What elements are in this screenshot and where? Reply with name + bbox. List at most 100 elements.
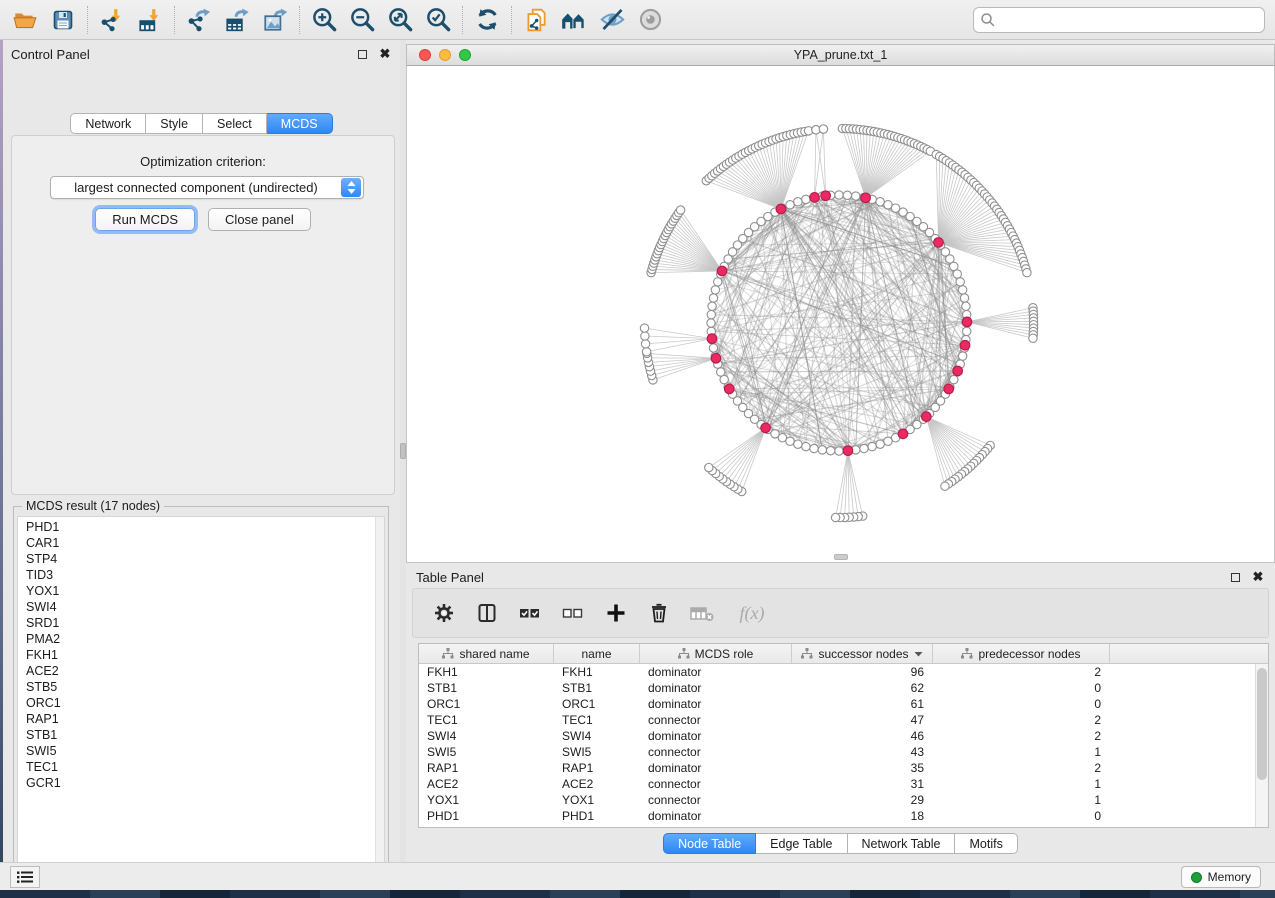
graph-node[interactable] (818, 446, 826, 454)
table-cell[interactable]: dominator (640, 760, 792, 776)
mcds-result-item[interactable]: STB1 (26, 727, 384, 743)
graph-mcds-hub-node[interactable] (724, 384, 734, 394)
show-graphics-icon[interactable] (631, 3, 669, 37)
graph-node[interactable] (709, 344, 717, 352)
table-row[interactable]: SWI4SWI4dominator462 (419, 728, 1268, 744)
graph-mcds-hub-node[interactable] (953, 366, 963, 376)
table-cell[interactable]: YOX1 (419, 792, 554, 808)
mcds-result-item[interactable]: PHD1 (26, 519, 384, 535)
table-row[interactable]: FKH1FKH1dominator962 (419, 664, 1268, 680)
column-header-successor-nodes[interactable]: successor nodes (792, 644, 933, 663)
select-all-icon[interactable] (517, 600, 543, 626)
table-cell[interactable]: connector (640, 776, 792, 792)
graph-node[interactable] (810, 444, 818, 452)
table-cell[interactable]: 0 (933, 680, 1110, 696)
table-row[interactable]: TEC1TEC1connector472 (419, 712, 1268, 728)
table-cell[interactable]: ACE2 (419, 776, 554, 792)
tab-mcds[interactable]: MCDS (267, 113, 333, 134)
mcds-result-item[interactable]: CAR1 (26, 535, 384, 551)
graph-mcds-hub-node[interactable] (711, 353, 721, 363)
graph-satellite-node[interactable] (1023, 268, 1031, 276)
table-tab-network-table[interactable]: Network Table (848, 833, 956, 854)
graph-node[interactable] (707, 310, 715, 318)
graph-node[interactable] (709, 294, 717, 302)
graph-mcds-hub-node[interactable] (934, 238, 944, 248)
graph-mcds-hub-node[interactable] (717, 266, 727, 276)
table-cell[interactable]: 62 (792, 680, 933, 696)
graph-node[interactable] (717, 368, 725, 376)
float-window-icon[interactable] (355, 47, 369, 61)
open-folder-icon[interactable] (6, 3, 44, 37)
mcds-result-list[interactable]: PHD1CAR1STP4TID3YOX1SWI4SRD1PMA2FKH1ACE2… (17, 516, 385, 877)
table-cell[interactable]: SWI5 (419, 744, 554, 760)
graph-mcds-hub-node[interactable] (944, 384, 954, 394)
table-cell[interactable]: PHD1 (419, 808, 554, 824)
table-cell[interactable]: 29 (792, 792, 933, 808)
graph-mcds-hub-node[interactable] (707, 334, 717, 344)
table-cell[interactable]: 0 (933, 808, 1110, 824)
mcds-result-item[interactable]: YOX1 (26, 583, 384, 599)
table-cell[interactable]: 1 (933, 776, 1110, 792)
graph-node[interactable] (958, 286, 966, 294)
graph-node[interactable] (843, 191, 851, 199)
network-titlebar[interactable]: YPA_prune.txt_1 (406, 44, 1275, 66)
table-cell[interactable]: connector (640, 792, 792, 808)
table-cell[interactable]: 2 (933, 712, 1110, 728)
network-canvas[interactable] (407, 66, 1274, 561)
table-cell[interactable]: 61 (792, 696, 933, 712)
mcds-result-item[interactable]: GCR1 (26, 775, 384, 791)
graph-node[interactable] (708, 302, 716, 310)
tab-select[interactable]: Select (203, 113, 267, 134)
column-header-MCDS-role[interactable]: MCDS role (640, 644, 792, 663)
table-cell[interactable]: 1 (933, 744, 1110, 760)
graph-satellite-node[interactable] (642, 348, 650, 356)
graph-mcds-hub-node[interactable] (898, 429, 908, 439)
table-cell[interactable]: 96 (792, 664, 933, 680)
graph-node[interactable] (960, 294, 968, 302)
table-cell[interactable]: ACE2 (554, 776, 640, 792)
graph-node[interactable] (884, 437, 892, 445)
table-row[interactable]: RAP1RAP1dominator352 (419, 760, 1268, 776)
optimization-criterion-dropdown[interactable]: largest connected component (undirected) (50, 176, 364, 199)
memory-button[interactable]: Memory (1181, 866, 1261, 888)
table-scrollbar-thumb[interactable] (1257, 668, 1267, 780)
graph-satellite-node[interactable] (1029, 334, 1037, 342)
mcds-result-item[interactable]: TEC1 (26, 759, 384, 775)
table-cell[interactable]: 2 (933, 728, 1110, 744)
graph-mcds-hub-node[interactable] (810, 193, 820, 203)
document-share-icon[interactable] (517, 3, 555, 37)
table-cell[interactable]: RAP1 (419, 760, 554, 776)
graph-satellite-node[interactable] (819, 125, 827, 133)
table-row[interactable]: SWI5SWI5connector431 (419, 744, 1268, 760)
graph-node[interactable] (794, 198, 802, 206)
graph-node[interactable] (876, 198, 884, 206)
mcds-result-item[interactable]: RAP1 (26, 711, 384, 727)
mcds-result-item[interactable]: PMA2 (26, 631, 384, 647)
graph-node[interactable] (868, 442, 876, 450)
table-cell[interactable]: 2 (933, 760, 1110, 776)
graph-satellite-node[interactable] (705, 463, 713, 471)
column-header-predecessor-nodes[interactable]: predecessor nodes (933, 644, 1110, 663)
zoom-selected-icon[interactable] (419, 3, 457, 37)
table-cell[interactable]: TEC1 (554, 712, 640, 728)
graph-node[interactable] (956, 278, 964, 286)
table-cell[interactable]: 1 (933, 792, 1110, 808)
table-row[interactable]: ORC1ORC1dominator610 (419, 696, 1268, 712)
mcds-result-item[interactable]: FKH1 (26, 647, 384, 663)
graph-node[interactable] (786, 201, 794, 209)
table-row[interactable]: PHD1PHD1dominator180 (419, 808, 1268, 824)
graph-node[interactable] (953, 270, 961, 278)
graph-mcds-hub-node[interactable] (962, 317, 972, 327)
mcds-result-item[interactable]: ACE2 (26, 663, 384, 679)
close-panel-button[interactable]: Close panel (208, 208, 311, 231)
export-table-icon[interactable] (218, 3, 256, 37)
close-panel-icon[interactable]: ✖ (378, 47, 392, 61)
run-mcds-button[interactable]: Run MCDS (95, 208, 195, 231)
graph-mcds-hub-node[interactable] (821, 191, 831, 201)
graph-node[interactable] (802, 195, 810, 203)
table-cell[interactable]: 47 (792, 712, 933, 728)
mcds-result-item[interactable]: STB5 (26, 679, 384, 695)
add-column-icon[interactable] (603, 600, 629, 626)
table-vertical-scrollbar[interactable] (1255, 664, 1268, 827)
graph-node[interactable] (852, 192, 860, 200)
